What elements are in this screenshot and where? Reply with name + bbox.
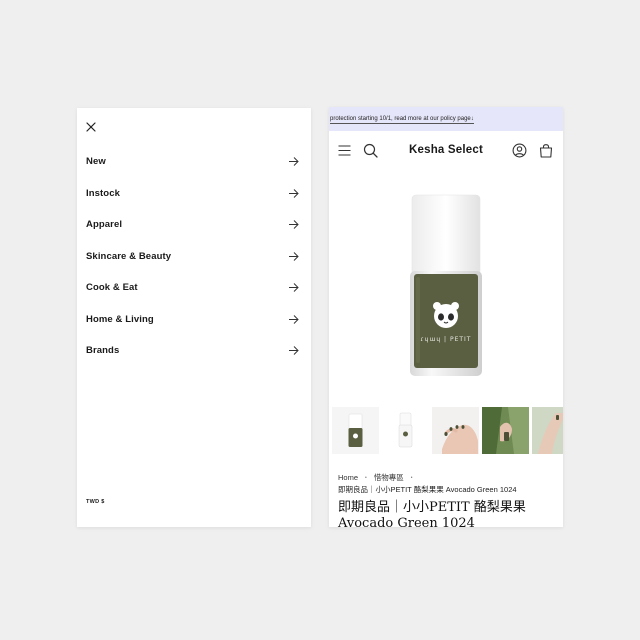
white-bottle-thumbnail-image [382, 407, 429, 454]
menu-item-label: Apparel [86, 219, 123, 231]
menu-item-new[interactable]: New [77, 146, 311, 178]
arrow-right-icon [289, 251, 299, 261]
thumbnail-4[interactable] [482, 407, 529, 454]
thumbnail-2[interactable] [382, 407, 429, 454]
breadcrumb: Home • 惜物專區 • [338, 472, 413, 483]
brand-logo[interactable]: Kesha Select [329, 144, 563, 156]
product-title: 即期良品｜小小PETIT 酪梨果果 Avocado Green 1024 [338, 500, 526, 527]
account-button[interactable] [511, 142, 527, 158]
breadcrumb-separator: • [410, 474, 413, 481]
menu-item-instock[interactable]: Instock [77, 178, 311, 210]
menu-drawer: New Instock Apparel Skincare & Beauty Co… [77, 108, 311, 527]
thumbnail-1[interactable] [332, 407, 379, 454]
menu-item-home-living[interactable]: Home & Living [77, 304, 311, 336]
announcement-text[interactable]: protection starting 10/1, read more at o… [330, 115, 474, 124]
menu-item-cook-eat[interactable]: Cook & Eat [77, 272, 311, 304]
close-icon [86, 122, 96, 132]
bottle-thumbnail-image [332, 407, 379, 454]
menu-item-label: Instock [86, 187, 120, 199]
menu-list: New Instock Apparel Skincare & Beauty Co… [77, 146, 311, 367]
menu-item-apparel[interactable]: Apparel [77, 209, 311, 241]
arrow-right-icon [289, 283, 299, 293]
thumbnail-3[interactable] [432, 407, 479, 454]
breadcrumb-home-link[interactable]: Home [338, 473, 358, 482]
nail-polish-bottle-image: ɾɥɯɥ | PETIT [410, 194, 482, 376]
menu-item-label: Home & Living [86, 313, 154, 325]
announcement-bar[interactable]: protection starting 10/1, read more at o… [329, 107, 563, 131]
close-menu-button[interactable] [83, 119, 99, 135]
menu-item-label: Cook & Eat [86, 282, 138, 294]
currency-selector[interactable]: TWD $ [86, 499, 105, 505]
site-header: Kesha Select [329, 131, 563, 169]
menu-item-label: New [86, 156, 106, 168]
menu-item-skincare-beauty[interactable]: Skincare & Beauty [77, 241, 311, 273]
cart-button[interactable] [538, 142, 554, 158]
thumbnail-gallery [329, 407, 563, 457]
menu-item-label: Skincare & Beauty [86, 250, 172, 262]
arrow-right-icon [289, 157, 299, 167]
thumbnail-5[interactable] [532, 407, 563, 454]
arrow-right-icon [289, 346, 299, 356]
arrow-right-icon [289, 188, 299, 198]
svg-text:ɾɥɯɥ | PETIT: ɾɥɯɥ | PETIT [421, 336, 472, 343]
menu-item-label: Brands [86, 345, 120, 357]
hand-swatch-thumbnail-image [432, 407, 479, 454]
menu-item-brands[interactable]: Brands [77, 335, 311, 367]
arm-thumbnail-image [532, 407, 563, 454]
arrow-right-icon [289, 314, 299, 324]
breadcrumb-current-product: 即期良品｜小小PETIT 酪梨果果 Avocado Green 1024 [338, 485, 517, 494]
shopping-bag-icon [539, 143, 553, 158]
breadcrumb-separator: • [365, 474, 367, 481]
outdoor-thumbnail-image [482, 407, 529, 454]
product-main-image[interactable]: ɾɥɯɥ | PETIT [329, 169, 563, 403]
arrow-right-icon [289, 220, 299, 230]
product-page: protection starting 10/1, read more at o… [329, 107, 563, 527]
breadcrumb-category-link[interactable]: 惜物專區 [374, 472, 404, 483]
account-icon [512, 143, 526, 157]
